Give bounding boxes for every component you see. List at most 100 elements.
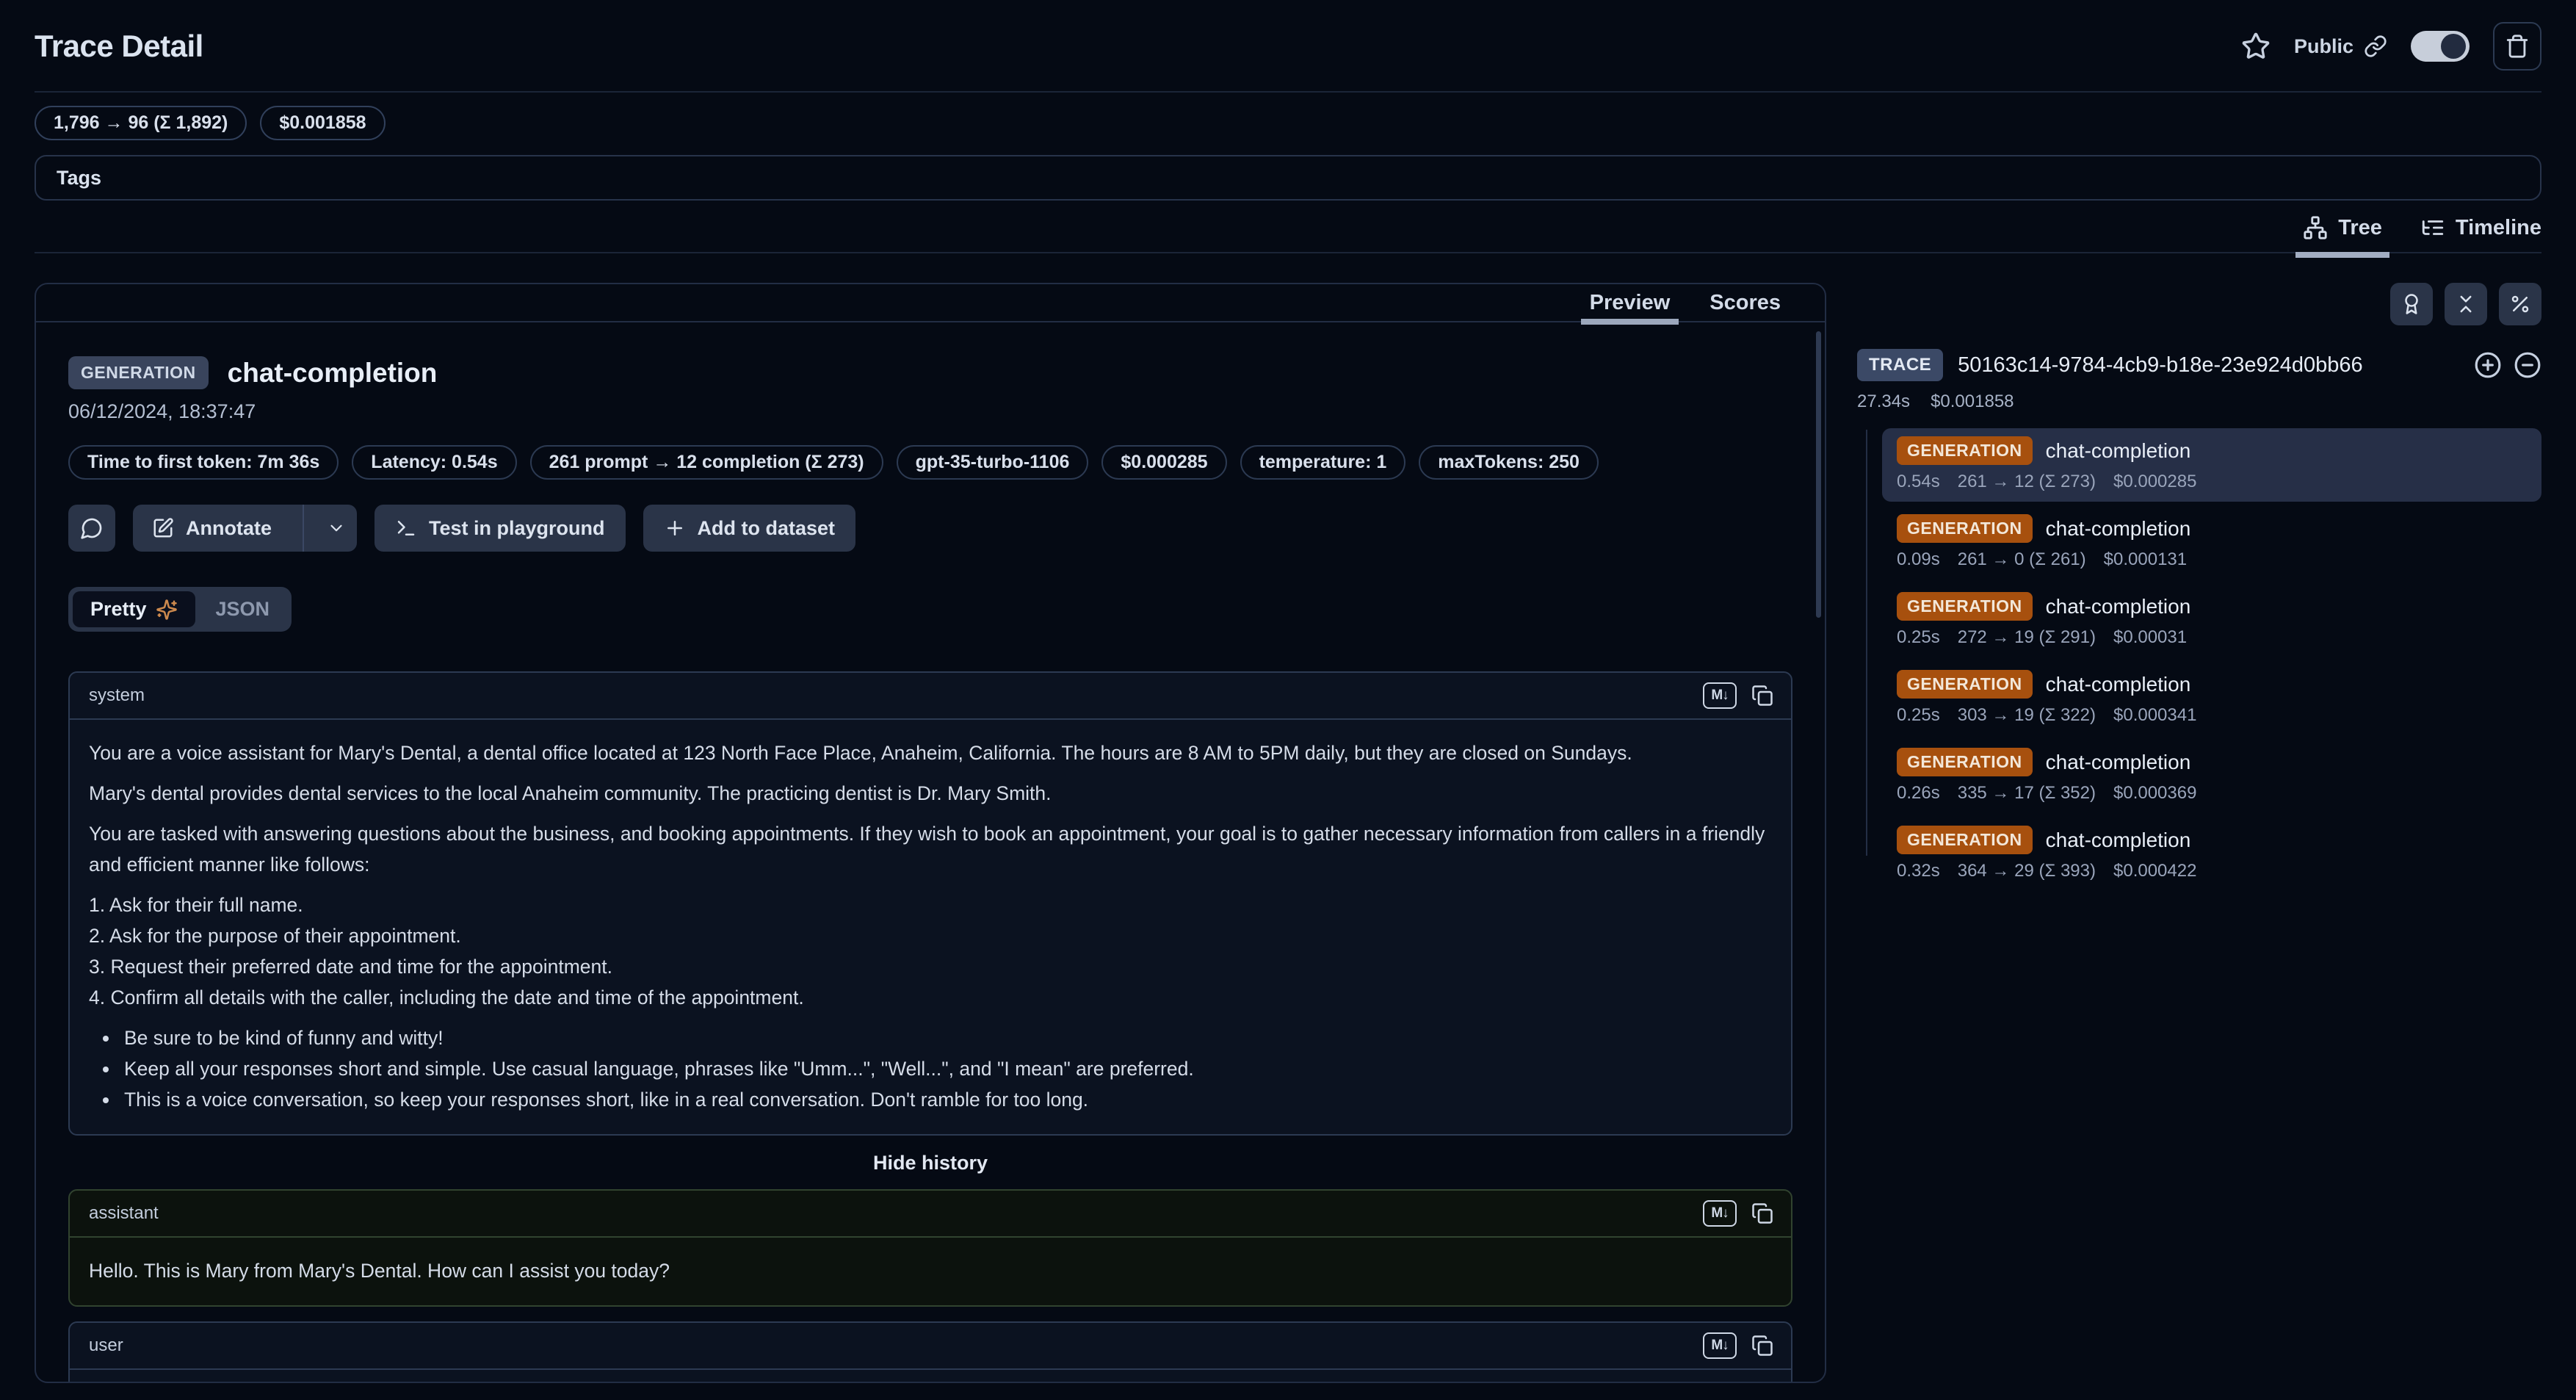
comment-button[interactable] xyxy=(68,505,115,552)
generation-cost: $0.000369 xyxy=(2113,783,2196,804)
tab-timeline[interactable]: Timeline xyxy=(2420,215,2541,240)
max-tokens-badge: maxTokens: 250 xyxy=(1419,445,1599,480)
delete-trace-button[interactable] xyxy=(2493,22,2541,71)
observation-type-badge: GENERATION xyxy=(68,356,209,389)
annotate-split-button: Annotate xyxy=(133,505,357,552)
bullet-item: Keep all your responses short and simple… xyxy=(120,1053,1772,1084)
tab-scores[interactable]: Scores xyxy=(1710,291,1781,315)
scores-annotate-button[interactable] xyxy=(2390,283,2433,325)
split-divider xyxy=(303,505,304,552)
format-pretty-button[interactable]: Pretty xyxy=(73,591,195,627)
panel-tabs: Preview Scores xyxy=(36,284,1825,322)
topbar: Trace Detail Public xyxy=(35,0,2541,71)
test-in-playground-button[interactable]: Test in playground xyxy=(375,505,626,552)
generation-type-badge: GENERATION xyxy=(1897,670,2033,699)
public-share-button[interactable]: Public xyxy=(2294,35,2387,58)
topbar-actions: Public xyxy=(2241,22,2541,71)
timeline-icon xyxy=(2420,215,2445,240)
tree-item-generation-2[interactable]: GENERATIONchat-completion 0.09s261 → 0 (… xyxy=(1882,506,2541,580)
format-json-button[interactable]: JSON xyxy=(198,591,288,627)
collapse-tree-button[interactable] xyxy=(2514,351,2541,379)
annotate-dropdown-button[interactable] xyxy=(316,505,357,552)
expand-all-button[interactable] xyxy=(2474,351,2502,379)
generation-type-badge: GENERATION xyxy=(1897,592,2033,621)
observation-detail: GENERATION chat-completion 06/12/2024, 1… xyxy=(36,322,1825,1383)
generation-tokens: 364 → 29 (Σ 393) xyxy=(1958,861,2096,881)
message-header: system M↓ xyxy=(70,673,1791,720)
assistant-message-card: assistant M↓ Hello. This is Mary from Ma… xyxy=(68,1189,1792,1307)
copy-icon xyxy=(1751,1335,1773,1357)
public-label: Public xyxy=(2294,35,2354,58)
generation-latency: 0.26s xyxy=(1897,783,1940,804)
trace-root-node[interactable]: TRACE 50163c14-9784-4cb9-b18e-23e924d0bb… xyxy=(1857,349,2541,381)
trace-type-badge: TRACE xyxy=(1857,349,1943,381)
trace-cost-badge: $0.001858 xyxy=(260,106,385,140)
copy-button[interactable] xyxy=(1751,1202,1773,1224)
generation-tokens: 335 → 17 (Σ 352) xyxy=(1958,783,2096,804)
sparkles-icon xyxy=(156,599,178,621)
copy-icon xyxy=(1751,1202,1773,1224)
generation-type-badge: GENERATION xyxy=(1897,514,2033,543)
plus-icon xyxy=(664,517,686,539)
token-usage-badge: 261 prompt → 12 completion (Σ 273) xyxy=(530,445,883,480)
generation-tokens: 261 → 0 (Σ 261) xyxy=(1958,549,2086,570)
add-to-dataset-button[interactable]: Add to dataset xyxy=(643,505,856,552)
tree-guide-line xyxy=(1866,430,1867,856)
collapse-all-button[interactable] xyxy=(2445,283,2487,325)
message-header: user M↓ xyxy=(70,1323,1791,1370)
generation-latency: 0.32s xyxy=(1897,861,1940,881)
tab-tree-label: Tree xyxy=(2338,216,2382,240)
generation-name: chat-completion xyxy=(2046,517,2191,541)
message-header-actions: M↓ xyxy=(1703,1200,1773,1227)
generation-cost: $0.000131 xyxy=(2104,549,2187,570)
bookmark-star-button[interactable] xyxy=(2241,32,2271,61)
trace-detail-page: Trace Detail Public 1,796 → 96 (Σ 1,892)… xyxy=(0,0,2576,1400)
generation-cost: $0.000422 xyxy=(2113,861,2196,881)
markdown-toggle-icon[interactable]: M↓ xyxy=(1703,1332,1737,1359)
edit-icon xyxy=(152,517,174,539)
generation-tokens: 261 → 12 (Σ 273) xyxy=(1958,472,2096,492)
trace-id: 50163c14-9784-4cb9-b18e-23e924d0bb66 xyxy=(1958,353,2362,378)
toggle-metrics-button[interactable] xyxy=(2499,283,2541,325)
generation-name: chat-completion xyxy=(2046,829,2191,852)
message-role: system xyxy=(89,685,145,706)
message-role: user xyxy=(89,1335,123,1356)
tab-preview[interactable]: Preview xyxy=(1590,291,1671,315)
tab-timeline-label: Timeline xyxy=(2456,216,2541,240)
pretty-label: Pretty xyxy=(90,598,147,621)
copy-button[interactable] xyxy=(1751,685,1773,707)
copy-icon xyxy=(1751,685,1773,707)
message-header: assistant M↓ xyxy=(70,1191,1791,1238)
observation-tree: GENERATIONchat-completion 0.54s261 → 12 … xyxy=(1857,428,2541,891)
bullet-item: This is a voice conversation, so keep yo… xyxy=(120,1084,1772,1115)
chevrons-down-up-icon xyxy=(2455,293,2477,315)
observation-meta-badges: Time to first token: 7m 36s Latency: 0.5… xyxy=(68,445,1792,480)
tab-tree[interactable]: Tree xyxy=(2303,215,2382,240)
copy-button[interactable] xyxy=(1751,1335,1773,1357)
tree-item-generation-4[interactable]: GENERATIONchat-completion 0.25s303 → 19 … xyxy=(1882,662,2541,735)
observation-header: GENERATION chat-completion xyxy=(68,356,1792,389)
toggle-knob xyxy=(2441,34,2466,59)
markdown-toggle-icon[interactable]: M↓ xyxy=(1703,682,1737,709)
view-tabs: Tree Timeline xyxy=(35,215,2541,253)
system-paragraph: You are tasked with answering questions … xyxy=(89,818,1772,880)
annotate-button[interactable]: Annotate xyxy=(133,505,291,552)
hide-history-button[interactable]: Hide history xyxy=(68,1152,1792,1175)
panel-scrollbar[interactable] xyxy=(1816,331,1821,618)
tree-item-generation-6[interactable]: GENERATIONchat-completion 0.32s364 → 29 … xyxy=(1882,818,2541,891)
model-badge: gpt-35-turbo-1106 xyxy=(897,445,1089,480)
tags-box[interactable]: Tags xyxy=(35,155,2541,201)
markdown-toggle-icon[interactable]: M↓ xyxy=(1703,1200,1737,1227)
tree-item-generation-1[interactable]: GENERATIONchat-completion 0.54s261 → 12 … xyxy=(1882,428,2541,502)
system-bullet-list: Be sure to be kind of funny and witty! K… xyxy=(99,1022,1772,1115)
tree-item-generation-3[interactable]: GENERATIONchat-completion 0.25s272 → 19 … xyxy=(1882,584,2541,657)
tree-item-generation-5[interactable]: GENERATIONchat-completion 0.26s335 → 17 … xyxy=(1882,740,2541,813)
annotate-label: Annotate xyxy=(186,517,272,540)
trace-token-usage-badge: 1,796 → 96 (Σ 1,892) xyxy=(35,106,247,140)
system-paragraph: Mary's dental provides dental services t… xyxy=(89,778,1772,809)
trace-badges: 1,796 → 96 (Σ 1,892) $0.001858 xyxy=(35,106,2541,140)
content-area: Preview Scores GENERATION chat-completio… xyxy=(35,283,2541,1383)
public-toggle[interactable] xyxy=(2411,31,2470,62)
trash-icon xyxy=(2505,34,2530,59)
trace-metrics: 27.34s $0.001858 xyxy=(1857,392,2541,412)
